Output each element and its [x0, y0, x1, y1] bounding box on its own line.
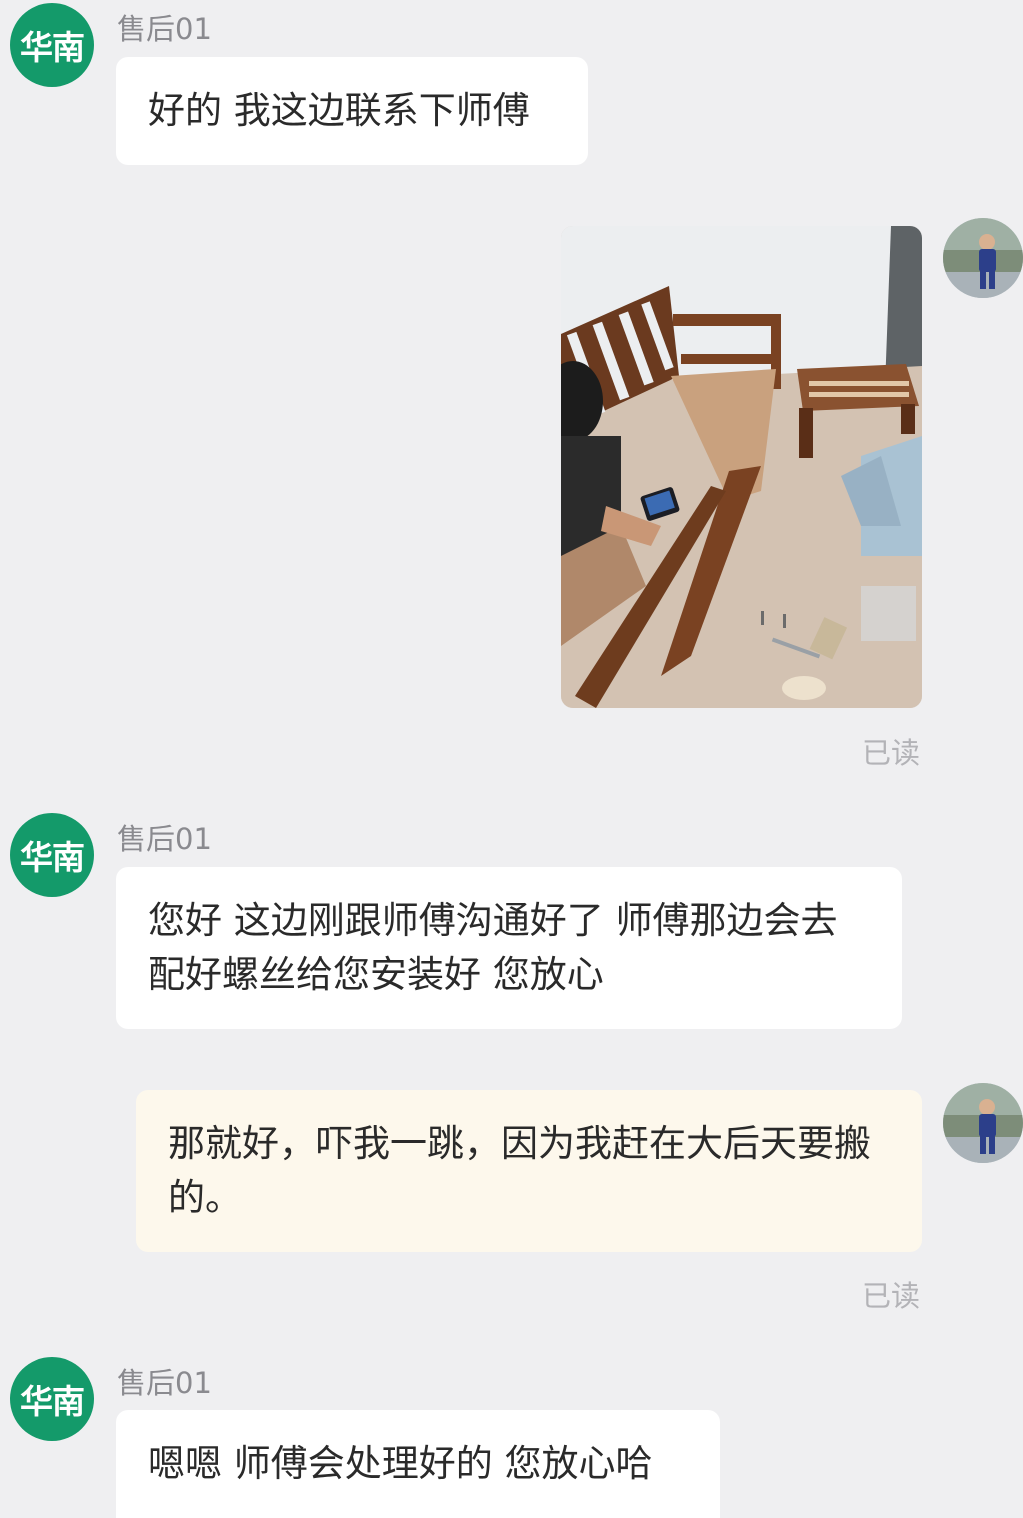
message-text: 您好 这边刚跟师傅沟通好了 师傅那边会去配好螺丝给您安装好 您放心 — [148, 899, 838, 996]
message-text: 那就好，吓我一跳，因为我赶在大后天要搬的。 — [168, 1122, 871, 1219]
message-text: 嗯嗯 师傅会处理好的 您放心哈 — [148, 1442, 653, 1485]
agent-avatar[interactable]: 华南 — [10, 813, 94, 897]
read-status: 已读 — [862, 1279, 921, 1313]
sender-name: 售后01 — [117, 1366, 212, 1400]
sofa-photo-icon — [561, 226, 922, 708]
message-text: 好的 我这边联系下师傅 — [148, 89, 530, 132]
message-image[interactable] — [561, 226, 922, 708]
message-bubble-agent[interactable]: 您好 这边刚跟师傅沟通好了 师傅那边会去配好螺丝给您安装好 您放心 — [116, 867, 902, 1029]
message-bubble-agent[interactable]: 好的 我这边联系下师傅 — [116, 57, 588, 165]
user-avatar[interactable] — [943, 218, 1023, 298]
sender-name: 售后01 — [117, 822, 212, 856]
user-avatar-photo-icon — [943, 218, 1023, 298]
sender-name: 售后01 — [117, 12, 212, 46]
read-status: 已读 — [862, 736, 921, 770]
agent-avatar[interactable]: 华南 — [10, 3, 94, 87]
user-avatar-photo-icon — [943, 1083, 1023, 1163]
agent-avatar[interactable]: 华南 — [10, 1357, 94, 1441]
message-bubble-agent[interactable]: 嗯嗯 师傅会处理好的 您放心哈 — [116, 1410, 720, 1518]
message-bubble-mine[interactable]: 那就好，吓我一跳，因为我赶在大后天要搬的。 — [136, 1090, 922, 1252]
user-avatar[interactable] — [943, 1083, 1023, 1163]
